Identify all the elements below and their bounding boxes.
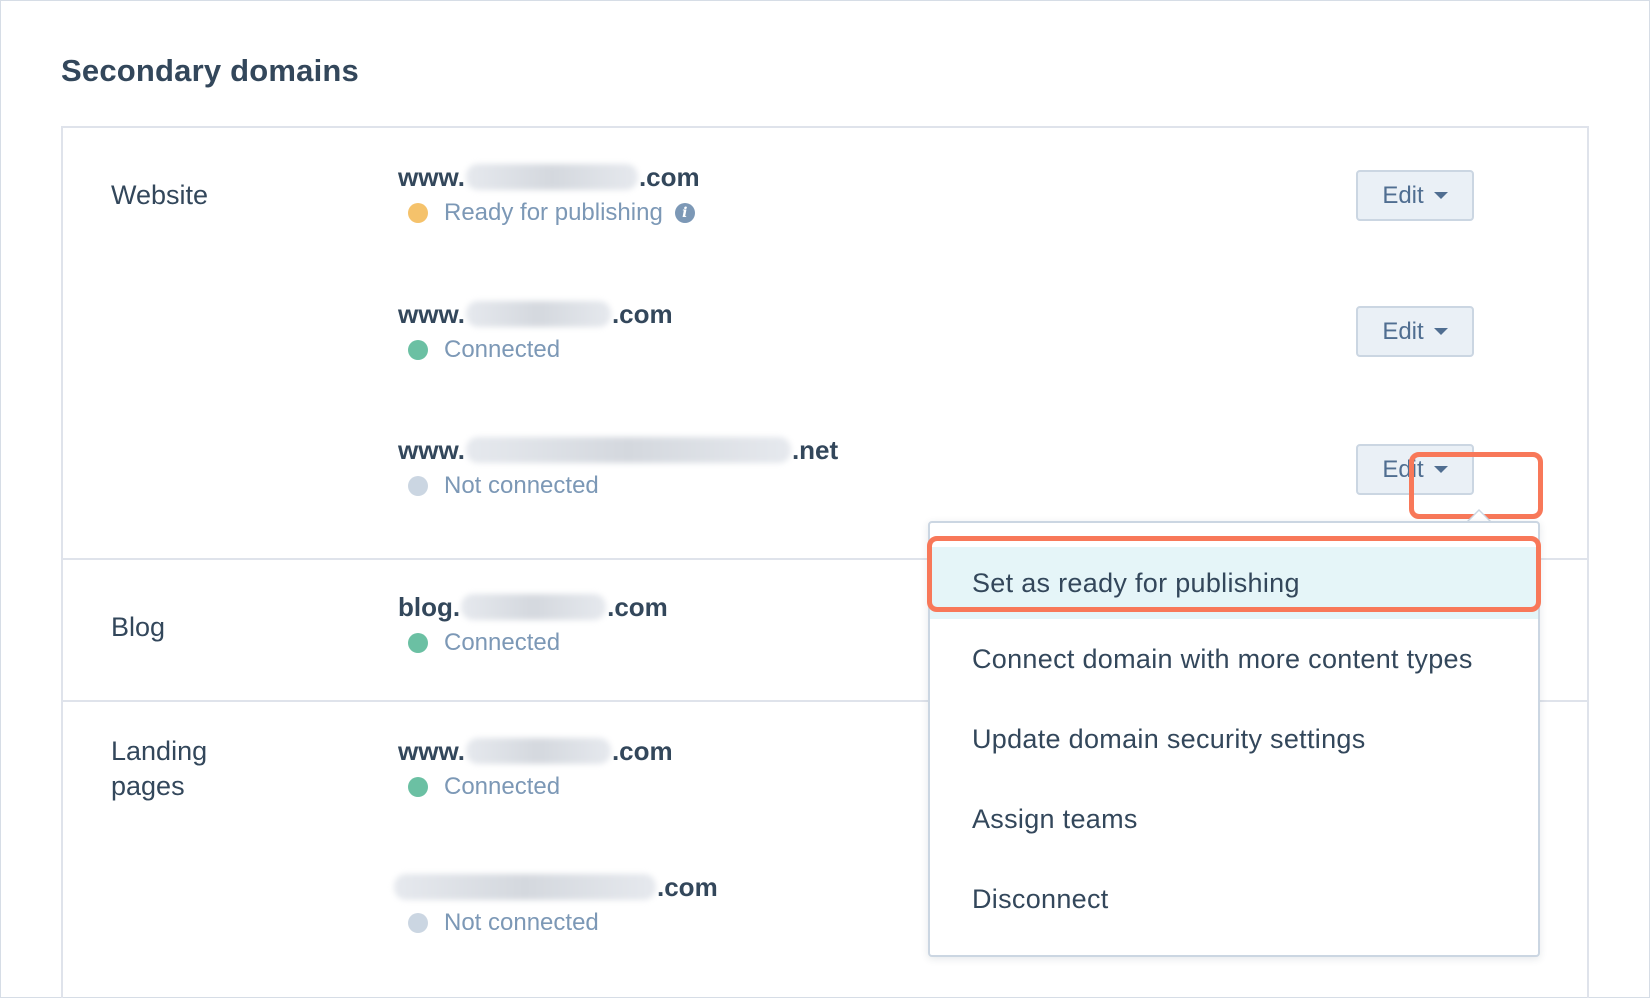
domain-row: blog. .com Connected	[398, 590, 668, 658]
status-dot-connected	[408, 777, 428, 797]
status-dot-not-connected	[408, 913, 428, 933]
menu-item-disconnect[interactable]: Disconnect	[930, 863, 1538, 935]
domain-name: www. .com	[398, 736, 673, 766]
info-icon[interactable]: i	[674, 203, 695, 223]
redacted-text	[461, 594, 607, 620]
caret-down-icon	[1433, 466, 1448, 473]
status-dot-connected	[408, 633, 428, 653]
page-title: Secondary domains	[61, 53, 359, 88]
redacted-text	[465, 301, 611, 327]
menu-item-set-ready[interactable]: Set as ready for publishing	[930, 547, 1538, 619]
menu-item-connect-more-content-types[interactable]: Connect domain with more content types	[930, 623, 1538, 695]
domain-row: www. .net Not connected	[398, 433, 838, 501]
dropdown-pointer	[1467, 509, 1491, 521]
domain-row: .com Not connected	[393, 870, 718, 938]
edit-button[interactable]: Edit	[1356, 306, 1474, 357]
domain-name: www. .com	[398, 162, 700, 192]
status-text: Ready for publishing	[444, 199, 663, 226]
status-dot-connected	[408, 340, 428, 360]
edit-button[interactable]: Edit	[1356, 170, 1474, 221]
domain-row: www. .com Connected	[398, 734, 673, 802]
status: Connected	[398, 335, 673, 365]
domain-row: www. .com Ready for publishing i	[398, 160, 700, 228]
redacted-text	[394, 874, 656, 900]
domain-name: .com	[393, 870, 718, 904]
status: Not connected	[398, 471, 838, 501]
status: Connected	[398, 628, 668, 658]
status: Connected	[398, 772, 673, 802]
status-text: Not connected	[444, 472, 599, 499]
group-label-landing-pages: Landing pages	[111, 736, 208, 801]
domain-row: www. .com Connected	[398, 297, 673, 365]
status-dot-not-connected	[408, 476, 428, 496]
status-text: Connected	[444, 336, 561, 363]
status-dot-ready	[408, 203, 428, 223]
group-website: Website www. .com Ready for publishing i…	[63, 128, 1587, 538]
menu-item-assign-teams[interactable]: Assign teams	[930, 783, 1538, 855]
caret-down-icon	[1433, 192, 1448, 199]
domain-name: www. .com	[398, 299, 673, 329]
domain-name: www. .net	[398, 435, 839, 465]
redacted-text	[465, 738, 611, 764]
status: Not connected	[398, 908, 718, 938]
status-text: Connected	[444, 629, 561, 656]
menu-item-update-security[interactable]: Update domain security settings	[930, 703, 1538, 775]
status-text: Not connected	[444, 909, 599, 936]
status: Ready for publishing i	[398, 198, 700, 228]
settings-panel: Secondary domains Website www. .com Read…	[0, 0, 1650, 998]
edit-button-active[interactable]: Edit	[1356, 444, 1474, 495]
domain-name: blog. .com	[398, 592, 668, 622]
group-label-blog: Blog	[111, 612, 166, 642]
group-label-website: Website	[111, 180, 209, 210]
caret-down-icon	[1433, 328, 1448, 335]
redacted-text	[465, 437, 791, 463]
edit-dropdown-menu: Set as ready for publishing Connect doma…	[928, 521, 1540, 957]
status-text: Connected	[444, 773, 561, 800]
redacted-text	[465, 164, 638, 190]
